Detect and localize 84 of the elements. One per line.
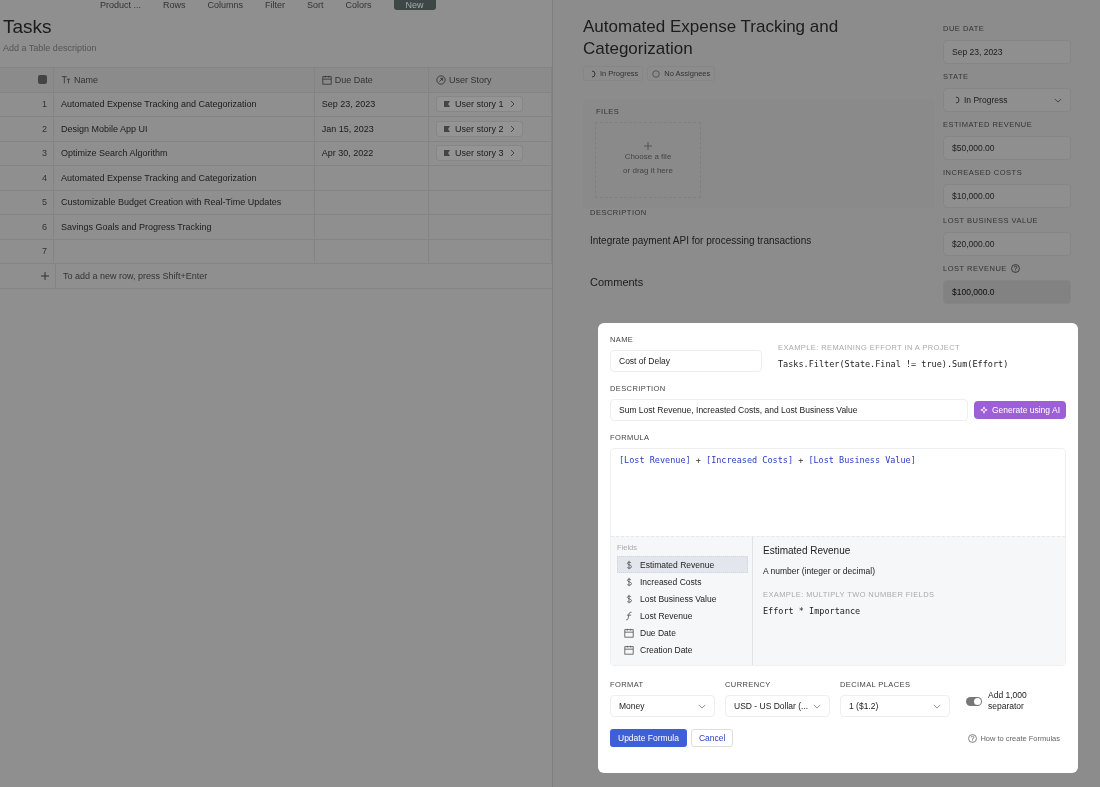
generate-ai-button[interactable]: Generate using AI — [973, 401, 1066, 419]
field-list-item[interactable]: Due Date — [617, 624, 748, 641]
field-list-item[interactable]: Increased Costs — [617, 573, 748, 590]
add-row-hint: To add a new row, press Shift+Enter — [63, 270, 208, 281]
table-cell: Apr 30, 2022 — [321, 148, 374, 159]
toolbar-button[interactable]: Colors — [345, 0, 372, 10]
user-story-link[interactable]: User story 3 — [436, 145, 523, 162]
help-icon — [968, 733, 978, 743]
dropdown[interactable]: Money — [610, 695, 715, 717]
chevron-down-icon — [698, 703, 706, 709]
table-cell: Optimize Search Algorithm — [60, 148, 168, 159]
help-icon[interactable] — [1010, 264, 1020, 273]
row-number: 6 — [41, 221, 47, 232]
update-formula-button[interactable]: Update Formula — [610, 729, 687, 747]
field-list-item[interactable]: Creation Date — [617, 641, 748, 658]
help-title: Estimated Revenue — [763, 545, 852, 556]
example-code: Tasks.Filter(State.Final != true).Sum(Effort) — [778, 359, 1009, 369]
toolbar-button[interactable]: Rows — [163, 0, 186, 10]
toolbar-button[interactable]: Columns — [207, 0, 244, 10]
chevron-down-icon — [1054, 97, 1062, 103]
user-story-link[interactable]: User story 2 — [436, 120, 523, 137]
chevron-down-icon — [813, 703, 821, 709]
table-icon — [37, 75, 47, 85]
row-number: 3 — [41, 148, 47, 159]
toolbar-button[interactable]: Filter — [265, 0, 286, 10]
toolbar-button[interactable]: Sort — [307, 0, 324, 10]
help-text: A number (integer or decimal) — [763, 566, 876, 576]
arrow-circle-icon — [436, 74, 447, 85]
row-number: 4 — [41, 172, 47, 183]
dollar-icon — [624, 576, 634, 587]
dollar-icon — [624, 559, 634, 570]
table-cell: Sep 23, 2023 — [321, 99, 376, 110]
table-cell: Customizable Budget Creation with Real-Time Updates — [60, 197, 282, 208]
example-code: Effort * Importance — [763, 606, 861, 616]
calendar-icon — [321, 74, 332, 85]
field-list-item[interactable]: Estimated Revenue — [617, 556, 748, 573]
sparkle-icon — [979, 406, 988, 414]
property-field[interactable]: Sep 23, 2023 — [943, 40, 1071, 64]
column-header[interactable]: Due Date — [314, 68, 430, 92]
table-cell: Automated Expense Tracking and Categorization — [60, 172, 257, 183]
description-field[interactable]: Sum Lost Revenue, Increasted Costs, and Lost Business Value — [610, 399, 968, 421]
row-number: 7 — [41, 246, 47, 257]
table-cell: Automated Expense Tracking and Categorization — [60, 99, 257, 110]
flag-icon — [443, 149, 452, 158]
field-list-item[interactable]: Lost Revenue — [617, 607, 748, 624]
chevron-down-icon — [933, 703, 941, 709]
table-cell: Savings Goals and Progress Tracking — [60, 221, 212, 232]
plus-icon[interactable] — [41, 271, 49, 280]
row-number: 2 — [41, 123, 47, 134]
row-number: 1 — [41, 99, 47, 110]
property-field[interactable]: $10,000.00 — [943, 184, 1071, 208]
task-description: Integrate payment API for processing transactions — [590, 235, 813, 246]
toggle-label: Add 1,000 separator — [988, 690, 1028, 712]
new-button[interactable]: New — [393, 0, 436, 10]
state-select[interactable]: In Progress — [943, 88, 1071, 112]
toolbar-button[interactable]: Product ... — [100, 0, 142, 10]
dropdown[interactable]: 1 ($1.2) — [840, 695, 950, 717]
dollar-icon — [624, 593, 634, 604]
table-cell: Jan 15, 2023 — [321, 123, 374, 134]
flag-icon — [443, 100, 452, 109]
user-story-link[interactable]: User story 1 — [436, 96, 523, 113]
dropdown[interactable]: USD - US Dollar (... — [725, 695, 830, 717]
property-field[interactable]: $20,000.00 — [943, 232, 1071, 256]
table-cell: Design Mobile App UI — [60, 123, 148, 134]
column-header[interactable]: User Story — [429, 68, 552, 92]
flag-icon — [443, 124, 452, 133]
toggle-switch[interactable] — [966, 696, 982, 706]
function-icon — [624, 610, 634, 621]
row-number: 5 — [41, 197, 47, 208]
plus-icon — [644, 142, 652, 150]
empty-circle-icon — [652, 69, 661, 78]
property-field[interactable]: $100,000.0 — [943, 280, 1071, 304]
task-title: Automated Expense Tracking and Categorization — [583, 16, 840, 60]
column-header[interactable]: Name — [53, 68, 315, 92]
table-title: Tasks — [3, 16, 53, 38]
comments-heading: Comments — [590, 276, 645, 288]
calendar-icon — [624, 627, 634, 638]
field-list-item[interactable]: Lost Business Value — [617, 590, 748, 607]
property-field[interactable]: $50,000.00 — [943, 136, 1071, 160]
name-field[interactable]: Cost of Delay — [610, 350, 762, 372]
formula-editor[interactable]: [Lost Revenue] + [Increased Costs] + [Lost Business Value] — [619, 455, 916, 465]
calendar-icon — [624, 644, 634, 655]
cancel-button[interactable]: Cancel — [690, 729, 734, 747]
text-type-icon — [60, 74, 71, 85]
